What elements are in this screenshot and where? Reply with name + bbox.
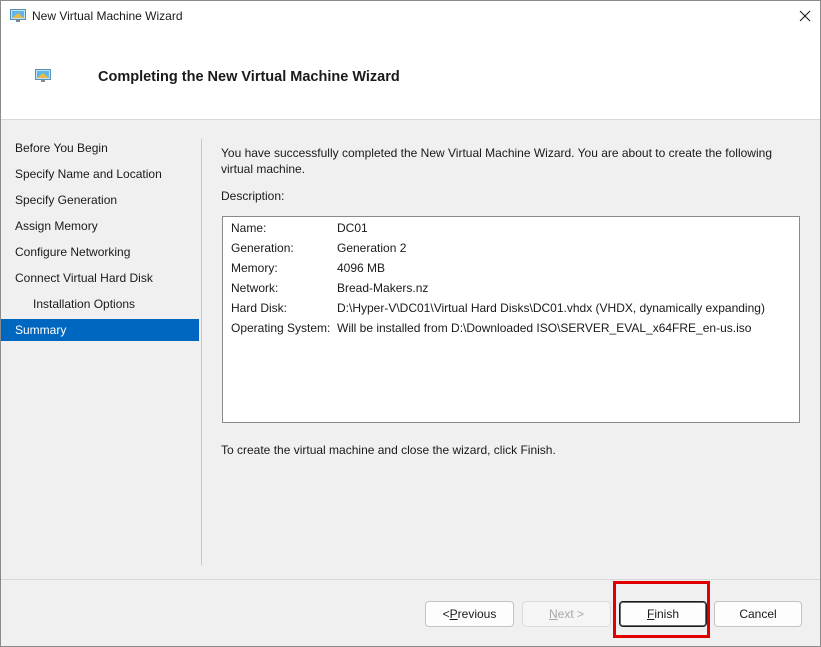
description-value: Will be installed from D:\Downloaded ISO… [337,321,752,335]
title-bar: New Virtual Machine Wizard [1,1,820,32]
next-button[interactable]: Next > [522,601,611,627]
description-box[interactable]: Name: DC01 Generation: Generation 2 Memo… [222,216,800,423]
previous-prefix: < [442,607,450,621]
page-title: Completing the New Virtual Machine Wizar… [98,69,400,85]
description-value: DC01 [337,221,368,235]
cancel-button[interactable]: Cancel [714,601,802,627]
nav-item-summary[interactable]: Summary [1,319,199,341]
previous-mnemonic: P [449,607,458,621]
nav-item-assign-memory[interactable]: Assign Memory [1,215,199,237]
wizard-window: New Virtual Machine Wizard Completing th… [0,0,821,647]
description-value: Bread-Makers.nz [337,281,429,295]
finish-label: inish [654,607,680,621]
nav-item-connect-virtual-hard-disk[interactable]: Connect Virtual Hard Disk [1,267,199,289]
vm-monitor-icon [10,9,26,22]
description-key: Operating System: [231,321,331,335]
description-key: Name: [231,221,267,235]
description-value: D:\Hyper-V\DC01\Virtual Hard Disks\DC01.… [337,301,765,315]
nav-item-specify-name-and-location[interactable]: Specify Name and Location [1,163,199,185]
description-key: Hard Disk: [231,301,288,315]
description-value: 4096 MB [337,261,386,275]
finish-button[interactable]: Finish [619,601,707,627]
description-key: Network: [231,281,279,295]
window-title: New Virtual Machine Wizard [32,9,183,23]
finish-instructions: To create the virtual machine and close … [221,443,556,457]
description-key: Generation: [231,241,294,255]
description-label: Description: [221,189,285,203]
next-mnemonic: N [548,607,558,621]
finish-mnemonic: F [646,607,655,621]
close-button[interactable] [790,1,820,31]
wizard-nav: Before You Begin Specify Name and Locati… [1,120,201,566]
wizard-header: Completing the New Virtual Machine Wizar… [1,32,820,120]
vm-monitor-icon [35,69,51,82]
description-key: Memory: [231,261,278,275]
nav-divider [201,139,202,565]
next-label: ext > [557,607,585,621]
nav-item-specify-generation[interactable]: Specify Generation [1,189,199,211]
intro-text: You have successfully completed the New … [221,146,772,176]
previous-label: revious [457,607,497,621]
nav-item-installation-options[interactable]: Installation Options [1,293,199,315]
description-value: Generation 2 [337,241,407,255]
wizard-footer: < Previous Next > Finish Cancel [1,579,820,646]
previous-button[interactable]: < Previous [425,601,514,627]
nav-item-configure-networking[interactable]: Configure Networking [1,241,199,263]
nav-item-before-you-begin[interactable]: Before You Begin [1,137,199,159]
close-icon [799,10,811,22]
